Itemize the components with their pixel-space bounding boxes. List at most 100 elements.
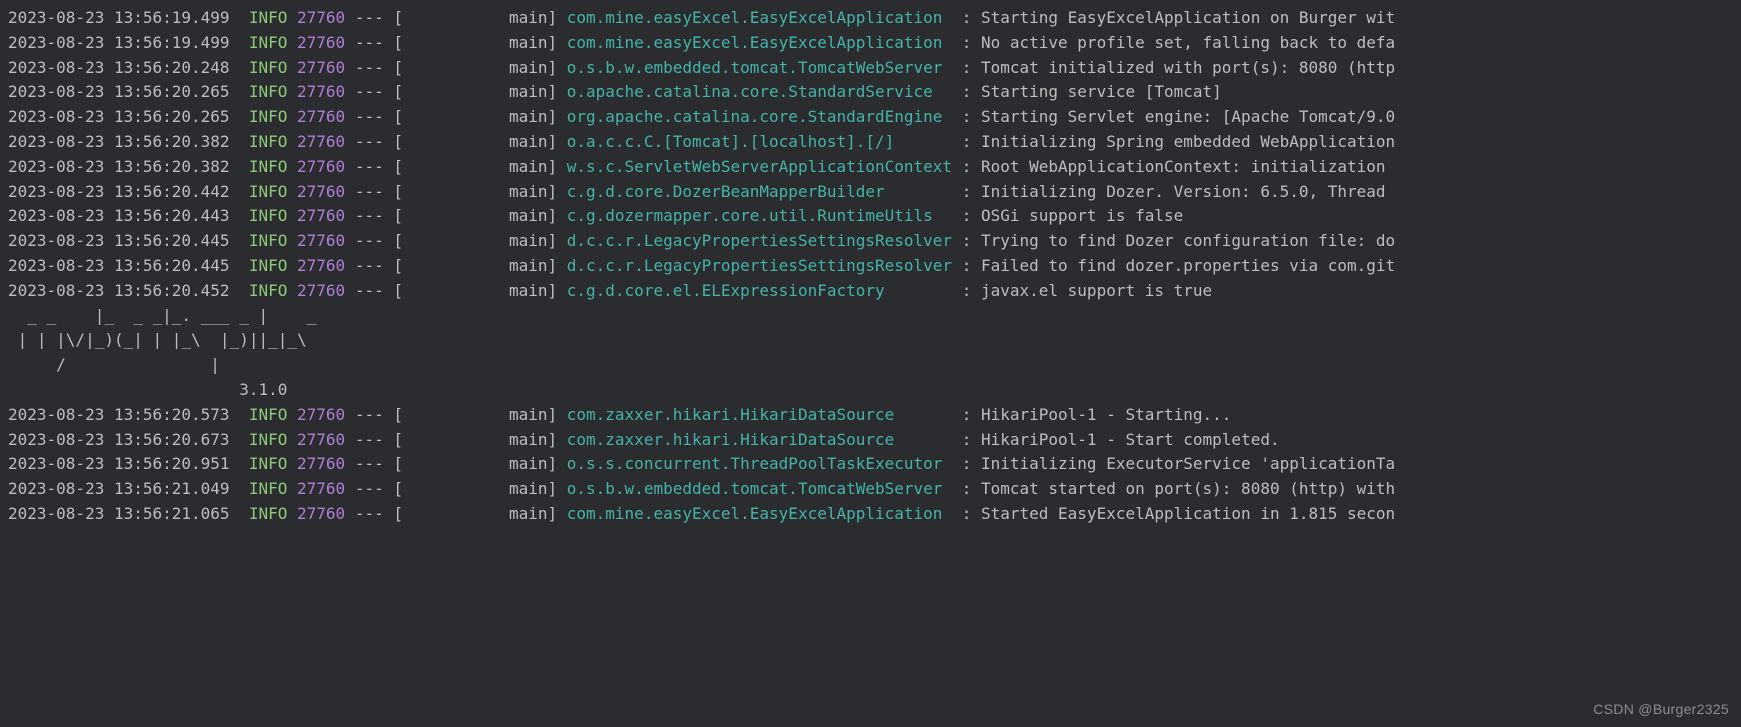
log-thread: [ main] <box>393 157 566 176</box>
log-pid: 27760 <box>297 231 345 250</box>
log-separator: --- <box>355 206 384 225</box>
log-colon: : <box>952 281 981 300</box>
log-message: Tomcat started on port(s): 8080 (http) w… <box>981 479 1395 498</box>
log-thread: [ main] <box>393 132 566 151</box>
log-logger: com.zaxxer.hikari.HikariDataSource <box>567 405 952 424</box>
log-colon: : <box>952 206 981 225</box>
log-logger: com.mine.easyExcel.EasyExcelApplication <box>567 504 952 523</box>
log-line: 2023-08-23 13:56:20.382 INFO 27760 --- [… <box>8 155 1733 180</box>
log-timestamp: 2023-08-23 13:56:19.499 <box>8 8 230 27</box>
log-thread: [ main] <box>393 206 566 225</box>
log-thread: [ main] <box>393 33 566 52</box>
log-line: 2023-08-23 13:56:20.573 INFO 27760 --- [… <box>8 403 1733 428</box>
log-message: Root WebApplicationContext: initializati… <box>981 157 1395 176</box>
log-logger: o.s.b.w.embedded.tomcat.TomcatWebServer <box>567 58 952 77</box>
log-thread: [ main] <box>393 8 566 27</box>
log-pid: 27760 <box>297 107 345 126</box>
log-line: 2023-08-23 13:56:20.951 INFO 27760 --- [… <box>8 452 1733 477</box>
log-pid: 27760 <box>297 132 345 151</box>
log-pid: 27760 <box>297 504 345 523</box>
ascii-art-line: / | <box>8 353 1733 378</box>
log-line: 2023-08-23 13:56:21.065 INFO 27760 --- [… <box>8 502 1733 527</box>
log-line: 2023-08-23 13:56:19.499 INFO 27760 --- [… <box>8 6 1733 31</box>
log-line: 2023-08-23 13:56:20.248 INFO 27760 --- [… <box>8 56 1733 81</box>
log-logger: c.g.dozermapper.core.util.RuntimeUtils <box>567 206 952 225</box>
log-line: 2023-08-23 13:56:20.445 INFO 27760 --- [… <box>8 254 1733 279</box>
log-timestamp: 2023-08-23 13:56:20.951 <box>8 454 230 473</box>
log-line: 2023-08-23 13:56:20.673 INFO 27760 --- [… <box>8 428 1733 453</box>
log-logger: o.s.b.w.embedded.tomcat.TomcatWebServer <box>567 479 952 498</box>
log-separator: --- <box>355 454 384 473</box>
log-message: OSGi support is false <box>981 206 1183 225</box>
log-colon: : <box>952 454 981 473</box>
log-thread: [ main] <box>393 504 566 523</box>
log-logger: org.apache.catalina.core.StandardEngine <box>567 107 952 126</box>
log-line: 2023-08-23 13:56:20.452 INFO 27760 --- [… <box>8 279 1733 304</box>
log-separator: --- <box>355 430 384 449</box>
log-level: INFO <box>249 256 288 275</box>
ascii-art-line: 3.1.0 <box>8 378 1733 403</box>
log-timestamp: 2023-08-23 13:56:20.573 <box>8 405 230 424</box>
log-logger: com.mine.easyExcel.EasyExcelApplication <box>567 8 952 27</box>
log-separator: --- <box>355 281 384 300</box>
log-message: Initializing ExecutorService 'applicatio… <box>981 454 1395 473</box>
log-level: INFO <box>249 430 288 449</box>
log-level: INFO <box>249 281 288 300</box>
log-level: INFO <box>249 107 288 126</box>
log-pid: 27760 <box>297 33 345 52</box>
log-separator: --- <box>355 132 384 151</box>
log-colon: : <box>952 132 981 151</box>
log-message: javax.el support is true <box>981 281 1212 300</box>
log-pid: 27760 <box>297 256 345 275</box>
watermark-label: CSDN @Burger2325 <box>1593 699 1729 721</box>
log-thread: [ main] <box>393 107 566 126</box>
log-colon: : <box>952 256 981 275</box>
log-level: INFO <box>249 454 288 473</box>
log-pid: 27760 <box>297 8 345 27</box>
log-pid: 27760 <box>297 430 345 449</box>
log-logger: o.apache.catalina.core.StandardService <box>567 82 952 101</box>
log-message: Started EasyExcelApplication in 1.815 se… <box>981 504 1395 523</box>
log-line: 2023-08-23 13:56:20.265 INFO 27760 --- [… <box>8 105 1733 130</box>
log-logger: com.zaxxer.hikari.HikariDataSource <box>567 430 952 449</box>
log-line: 2023-08-23 13:56:21.049 INFO 27760 --- [… <box>8 477 1733 502</box>
log-timestamp: 2023-08-23 13:56:20.248 <box>8 58 230 77</box>
log-thread: [ main] <box>393 430 566 449</box>
log-timestamp: 2023-08-23 13:56:21.065 <box>8 504 230 523</box>
log-colon: : <box>952 430 981 449</box>
log-pid: 27760 <box>297 82 345 101</box>
log-colon: : <box>952 231 981 250</box>
log-logger: com.mine.easyExcel.EasyExcelApplication <box>567 33 952 52</box>
log-colon: : <box>952 157 981 176</box>
log-logger: c.g.d.core.el.ELExpressionFactory <box>567 281 952 300</box>
log-separator: --- <box>355 479 384 498</box>
log-level: INFO <box>249 504 288 523</box>
ascii-art-line: | | |\/|_)(_| | |_\ |_)||_|_\ <box>8 328 1733 353</box>
log-pid: 27760 <box>297 405 345 424</box>
log-line: 2023-08-23 13:56:20.443 INFO 27760 --- [… <box>8 204 1733 229</box>
log-level: INFO <box>249 58 288 77</box>
log-message: HikariPool-1 - Start completed. <box>981 430 1280 449</box>
log-colon: : <box>952 8 981 27</box>
log-message: Starting Servlet engine: [Apache Tomcat/… <box>981 107 1395 126</box>
log-timestamp: 2023-08-23 13:56:20.673 <box>8 430 230 449</box>
log-line: 2023-08-23 13:56:20.265 INFO 27760 --- [… <box>8 80 1733 105</box>
log-message: Failed to find dozer.properties via com.… <box>981 256 1395 275</box>
log-pid: 27760 <box>297 281 345 300</box>
log-message: Initializing Spring embedded WebApplicat… <box>981 132 1395 151</box>
log-pid: 27760 <box>297 479 345 498</box>
log-colon: : <box>952 182 981 201</box>
log-level: INFO <box>249 157 288 176</box>
log-timestamp: 2023-08-23 13:56:20.443 <box>8 206 230 225</box>
log-timestamp: 2023-08-23 13:56:20.445 <box>8 256 230 275</box>
log-separator: --- <box>355 107 384 126</box>
log-message: HikariPool-1 - Starting... <box>981 405 1231 424</box>
log-separator: --- <box>355 33 384 52</box>
log-separator: --- <box>355 157 384 176</box>
log-pid: 27760 <box>297 182 345 201</box>
log-colon: : <box>952 405 981 424</box>
log-timestamp: 2023-08-23 13:56:20.382 <box>8 157 230 176</box>
log-logger: c.g.d.core.DozerBeanMapperBuilder <box>567 182 952 201</box>
console-log-output: 2023-08-23 13:56:19.499 INFO 27760 --- [… <box>0 0 1741 531</box>
log-level: INFO <box>249 479 288 498</box>
